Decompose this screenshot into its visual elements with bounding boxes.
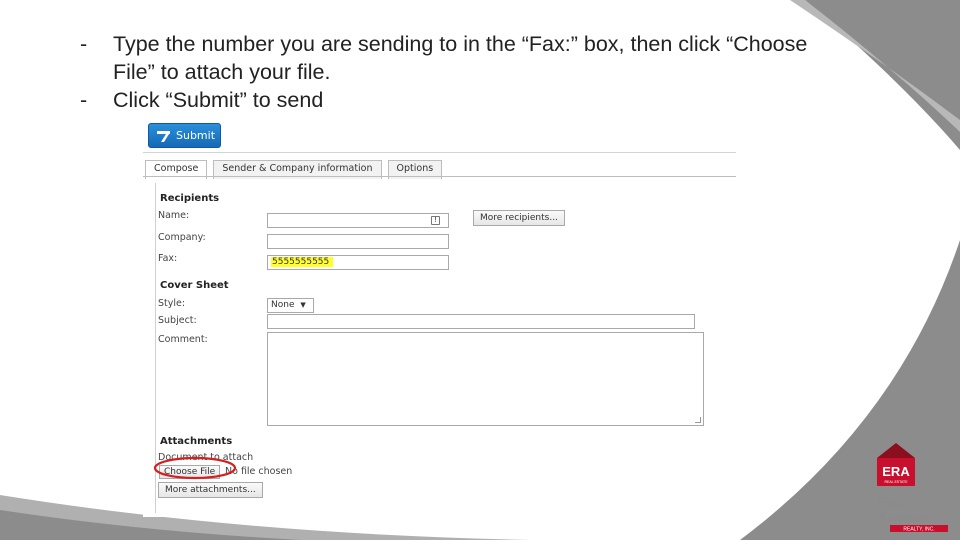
instructions: - Type the number you are sending to in … — [80, 30, 820, 114]
style-value: None — [271, 300, 295, 310]
attachments-heading: Attachments — [160, 436, 233, 447]
dropdown-arrow-icon: ▼ — [300, 301, 306, 309]
cover-sheet-heading: Cover Sheet — [160, 280, 229, 291]
toolbar: Submit — [143, 116, 736, 153]
company-input[interactable] — [267, 234, 449, 249]
svg-text:REAL ESTATE: REAL ESTATE — [884, 480, 908, 484]
bullet-marker: - — [80, 32, 88, 56]
name-label: Name: — [158, 210, 190, 221]
bullet-marker: - — [80, 88, 88, 112]
red-circle-annotation — [153, 456, 237, 480]
tab-divider — [143, 176, 736, 177]
address-book-icon[interactable]: ! — [431, 216, 440, 225]
era-first-advantage-logo: ERA REAL ESTATE F irst A dvantage REALTY… — [877, 443, 948, 533]
style-select[interactable]: None ▼ — [267, 298, 314, 313]
svg-text:dvantage: dvantage — [888, 513, 930, 524]
svg-text:REALTY, INC.: REALTY, INC. — [903, 527, 934, 533]
send-icon — [157, 130, 170, 142]
more-recipients-button[interactable]: More recipients... — [473, 210, 565, 226]
bullet-text: Click “Submit” to send — [113, 88, 324, 112]
company-label: Company: — [158, 232, 206, 243]
resize-handle-icon[interactable] — [695, 417, 701, 423]
subject-label: Subject: — [158, 315, 197, 326]
fax-input[interactable]: 5555555555 — [267, 255, 449, 270]
bullet-text: Type the number you are sending to in th… — [113, 32, 808, 84]
subject-input[interactable] — [267, 314, 695, 329]
comment-label: Comment: — [158, 334, 208, 345]
submit-label: Submit — [176, 129, 216, 142]
style-label: Style: — [158, 298, 186, 309]
bullet-submit: - Click “Submit” to send — [80, 86, 820, 114]
submit-button[interactable]: Submit — [148, 123, 221, 148]
recipients-heading: Recipients — [160, 193, 220, 204]
fax-value: 5555555555 — [271, 257, 334, 267]
more-attachments-button[interactable]: More attachments... — [158, 482, 263, 498]
name-input[interactable]: ! — [267, 213, 449, 228]
svg-text:irst: irst — [887, 499, 901, 510]
fax-form-screenshot: Submit Compose Sender & Company informat… — [143, 116, 736, 517]
svg-text:A: A — [878, 508, 888, 524]
fax-label: Fax: — [158, 253, 178, 264]
svg-text:ERA: ERA — [882, 464, 910, 479]
bullet-fax: - Type the number you are sending to in … — [80, 30, 820, 86]
comment-textarea[interactable] — [267, 332, 704, 426]
